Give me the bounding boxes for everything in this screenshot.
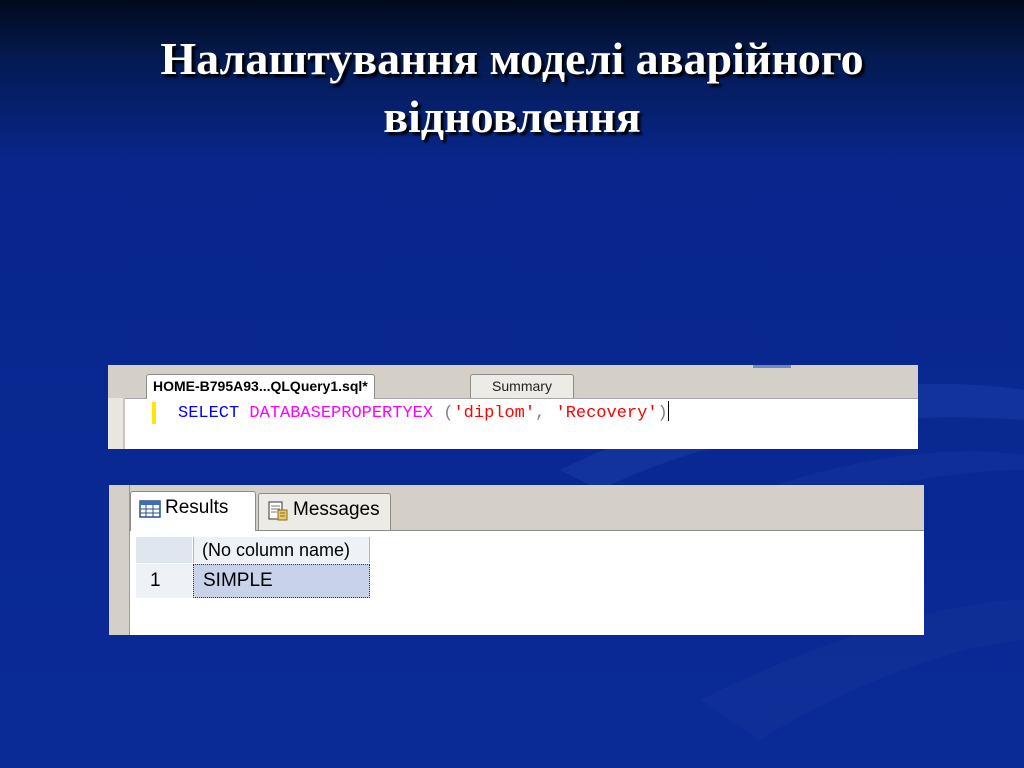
editor-tab-strip: HOME-B795A93...QLQuery1.sql* Summary: [108, 365, 918, 399]
result-cell[interactable]: SIMPLE: [193, 564, 370, 598]
sql-keyword: SELECT: [178, 404, 240, 423]
messages-icon: [268, 501, 288, 521]
editor-gutter: [108, 398, 123, 449]
change-marker: [152, 402, 156, 424]
slide-title-line1: Налаштування моделі аварійного: [160, 33, 864, 84]
sql-close-paren: ): [657, 404, 668, 423]
sql-arg-database: 'diplom': [453, 404, 536, 423]
results-grid: (No column name) 1 SIMPLE: [130, 530, 924, 635]
tab-strip-scroll-indicator: [753, 365, 791, 368]
grid-icon: [139, 500, 161, 518]
tab-results-label: Results: [165, 497, 229, 518]
editor-gutter-divider: [123, 398, 125, 449]
grid-corner-header[interactable]: [136, 537, 192, 563]
sql-open-paren: (: [443, 404, 454, 423]
row-number[interactable]: 1: [136, 564, 192, 598]
sql-code-line[interactable]: SELECT DATABASEPROPERTYEX ('diplom', 'Re…: [178, 401, 669, 425]
sql-function: DATABASEPROPERTYEX: [249, 404, 434, 423]
results-pane: Results Messages (No column name) 1 SIMP…: [109, 485, 924, 635]
slide-title-line2: відновлення: [383, 91, 641, 142]
tab-results[interactable]: Results: [130, 491, 256, 531]
column-header[interactable]: (No column name): [193, 537, 370, 563]
tab-query-file[interactable]: HOME-B795A93...QLQuery1.sql*: [146, 374, 375, 399]
results-left-bar: [109, 485, 129, 635]
slide-title: Налаштування моделі аварійного відновлен…: [0, 30, 1024, 146]
tab-messages-label: Messages: [293, 499, 380, 520]
text-caret: [667, 401, 669, 421]
tab-summary[interactable]: Summary: [470, 374, 574, 398]
tab-messages[interactable]: Messages: [258, 493, 391, 530]
sql-arg-property: 'Recovery': [555, 404, 658, 423]
query-editor: HOME-B795A93...QLQuery1.sql* Summary SEL…: [108, 365, 918, 449]
sql-comma: ,: [535, 404, 546, 423]
